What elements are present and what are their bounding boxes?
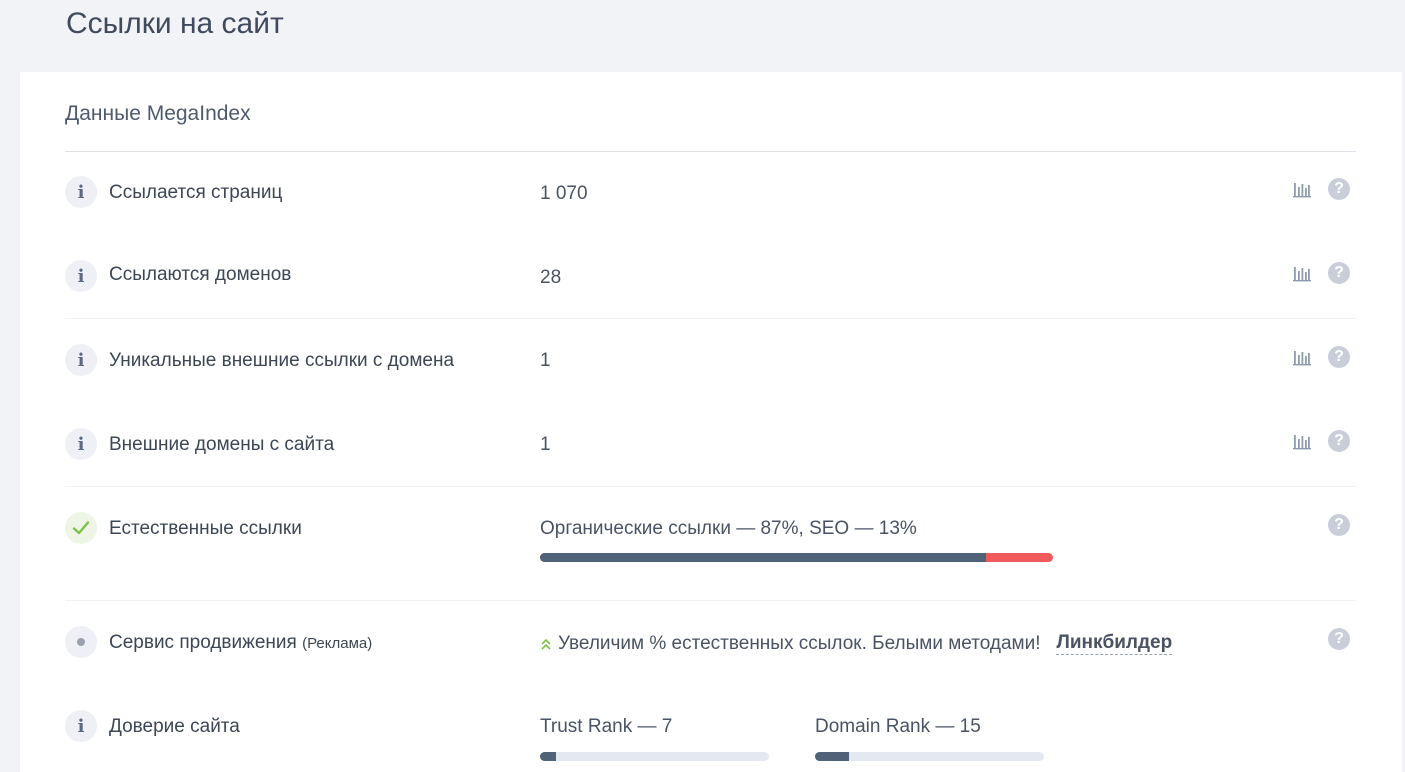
row-value: 1 — [540, 434, 551, 455]
promo-text-block: Увеличим % естественных ссылок. Белыми м… — [540, 632, 1173, 655]
row-value: 1 — [540, 350, 551, 371]
trust-rank-label: Trust Rank — 7 — [540, 716, 673, 737]
help-icon[interactable]: ? — [1328, 430, 1350, 452]
row-label: Ссылается страниц — [109, 182, 283, 203]
info-icon[interactable]: i — [65, 260, 97, 292]
check-mark — [72, 521, 90, 535]
help-icon[interactable]: ? — [1328, 346, 1350, 368]
natural-links-bar — [540, 553, 1053, 562]
card-divider — [65, 151, 1356, 152]
row-label: Уникальные внешние ссылки с домена — [109, 350, 455, 371]
check-icon — [65, 512, 97, 544]
trust-rank-fill — [540, 752, 557, 761]
bar-chart-icon[interactable] — [1292, 431, 1312, 451]
row-value: 1 070 — [540, 183, 588, 204]
trust-rank-bar — [540, 752, 769, 761]
promo-label-note: (Реклама) — [302, 635, 373, 652]
info-icon[interactable]: i — [65, 176, 97, 208]
row-label: Внешние домены с сайта — [109, 434, 335, 455]
double-chevron-up-icon — [541, 638, 551, 650]
natural-links-summary: Органические ссылки — 87%, SEO — 13% — [540, 518, 917, 539]
help-icon[interactable]: ? — [1328, 178, 1350, 200]
row-divider — [65, 318, 1356, 319]
row-value: 28 — [540, 267, 562, 288]
info-icon[interactable]: i — [65, 428, 97, 460]
promo-text: Увеличим % естественных ссылок. Белыми м… — [558, 632, 1041, 654]
row-label: Доверие сайта — [109, 716, 240, 737]
domain-rank-label: Domain Rank — 15 — [815, 716, 981, 737]
megaindex-card: Данные MegaIndex i Ссылается страниц 1 0… — [20, 72, 1402, 772]
bar-chart-icon[interactable] — [1292, 347, 1312, 367]
card-title: Данные MegaIndex — [65, 102, 251, 125]
help-icon[interactable]: ? — [1328, 262, 1350, 284]
domain-rank-fill — [815, 752, 850, 761]
row-label: Ссылаются доменов — [109, 264, 292, 285]
help-icon[interactable]: ? — [1328, 628, 1350, 650]
domain-rank-bar — [815, 752, 1044, 761]
row-divider — [65, 486, 1356, 487]
dot-icon — [65, 626, 97, 658]
row-label: Естественные ссылки — [109, 518, 302, 539]
bullet-dot — [77, 638, 85, 646]
linkbuilder-link[interactable]: Линкбилдер — [1056, 632, 1173, 655]
bar-chart-icon[interactable] — [1292, 179, 1312, 199]
row-divider — [65, 600, 1356, 601]
promo-label: Сервис продвижения — [109, 632, 297, 653]
info-icon[interactable]: i — [65, 344, 97, 376]
help-icon[interactable]: ? — [1328, 514, 1350, 536]
organic-fill — [540, 553, 987, 562]
row-label: Сервис продвижения (Реклама) — [109, 632, 372, 654]
page-title: Ссылки на сайт — [66, 7, 284, 40]
info-icon[interactable]: i — [65, 710, 97, 742]
bar-chart-icon[interactable] — [1292, 263, 1312, 283]
